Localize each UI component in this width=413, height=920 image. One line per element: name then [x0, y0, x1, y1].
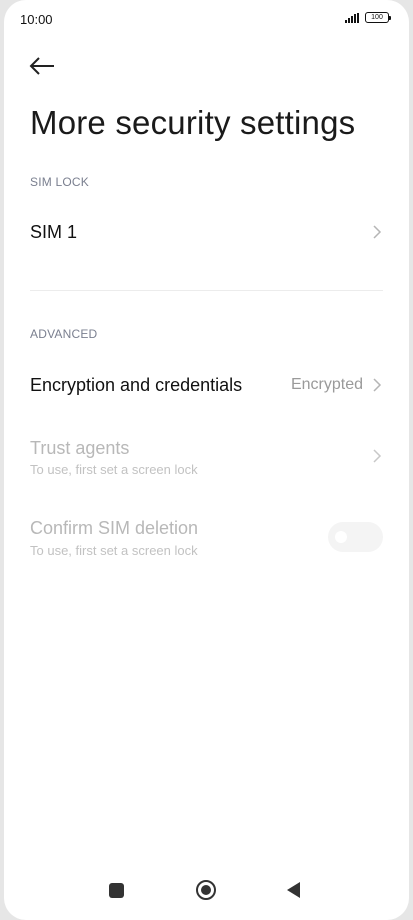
- toggle-knob: [335, 531, 347, 543]
- page-title: More security settings: [30, 104, 356, 141]
- trust-agents-row[interactable]: Trust agents To use, first set a screen …: [4, 430, 409, 486]
- encryption-status-value: Encrypted: [290, 376, 363, 393]
- back-arrow-icon: [29, 57, 54, 75]
- navigation-bar: [4, 870, 409, 920]
- chevron-right-icon: [373, 449, 382, 463]
- encryption-credentials-row[interactable]: Encryption and credentials Encrypted: [4, 360, 409, 410]
- sim-1-title: SIM 1: [30, 222, 78, 242]
- back-triangle-icon[interactable]: [287, 882, 300, 898]
- status-icons: 100: [345, 12, 391, 23]
- confirm-sim-deletion-title: Confirm SIM deletion: [30, 518, 199, 538]
- home-icon[interactable]: [196, 880, 216, 900]
- trust-agents-title: Trust agents: [30, 438, 130, 458]
- encryption-credentials-title: Encryption and credentials: [30, 375, 243, 395]
- confirm-sim-deletion-toggle[interactable]: [328, 522, 383, 552]
- status-bar: 10:00 100: [4, 0, 409, 40]
- section-header-sim-lock: SIM LOCK: [30, 175, 89, 189]
- phone-screen: 10:00 100 More security settings SIM LOC…: [4, 0, 409, 920]
- chevron-right-icon: [373, 225, 382, 239]
- recent-apps-icon[interactable]: [109, 883, 124, 898]
- status-time: 10:00: [20, 12, 53, 27]
- confirm-sim-deletion-row[interactable]: Confirm SIM deletion To use, first set a…: [4, 510, 409, 566]
- back-button[interactable]: [26, 52, 58, 80]
- chevron-right-icon: [373, 378, 382, 392]
- signal-bars-icon: [345, 12, 359, 23]
- section-header-advanced: ADVANCED: [30, 327, 98, 341]
- section-divider: [30, 290, 383, 291]
- sim-1-row[interactable]: SIM 1: [4, 208, 409, 256]
- battery-icon: 100: [365, 12, 391, 23]
- trust-agents-subtitle: To use, first set a screen lock: [30, 462, 198, 477]
- confirm-sim-deletion-subtitle: To use, first set a screen lock: [30, 543, 198, 558]
